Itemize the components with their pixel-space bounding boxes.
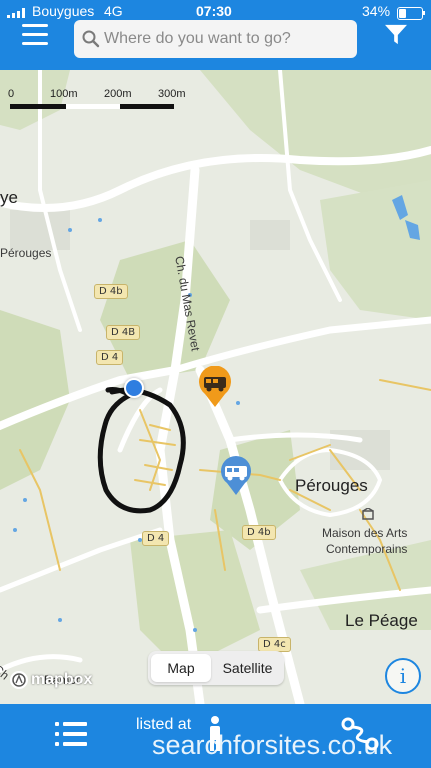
road-badge-d4c: D 4c (258, 637, 291, 652)
route-icon[interactable] (340, 716, 380, 752)
place-label-partial: ye (0, 188, 18, 207)
mapbox-wordmark: mapbox (31, 671, 93, 689)
carrier-name: Bouygues (32, 3, 95, 19)
info-icon[interactable]: i (385, 658, 421, 694)
road-badge-d4b: D 4b (94, 284, 128, 299)
status-bar: Bouygues 4G 07:30 34% (0, 3, 431, 21)
scale-label-100: 100m (50, 88, 78, 100)
motorhome-pin-orange[interactable] (197, 366, 233, 408)
map-type-toggle: Map Satellite (148, 651, 284, 685)
battery-percent: 34% (362, 3, 391, 19)
network-type: 4G (104, 3, 123, 19)
hamburger-menu-icon[interactable] (22, 24, 48, 46)
map-option[interactable]: Map (151, 654, 211, 682)
list-icon[interactable] (55, 720, 87, 748)
filter-icon[interactable] (383, 24, 409, 46)
satellite-option[interactable]: Satellite (214, 654, 281, 682)
top-bar: Bouygues 4G 07:30 34% (0, 0, 431, 70)
town-label-perouges: Pérouges (295, 476, 368, 495)
search-icon (82, 30, 100, 48)
mapbox-logo-icon (10, 671, 28, 689)
map-view[interactable]: 0 100m 200m 300m ye Pérouges Ch. du Mas … (0, 70, 431, 704)
museum-icon (362, 508, 374, 520)
scale-label-300: 300m (158, 88, 186, 100)
battery-tip (423, 11, 425, 15)
road-badge-d4b-east: D 4b (242, 525, 276, 540)
scale-label-0: 0 (8, 88, 15, 100)
motorhome-pin-blue[interactable] (219, 456, 253, 496)
road-badge-d4-south: D 4 (142, 531, 170, 546)
town-label-le-peage: Le Péage (345, 611, 418, 630)
place-label-perouges-left: Pérouges (0, 246, 52, 260)
scale-segment (66, 104, 120, 109)
poi-label-line2: Contemporains (326, 542, 408, 556)
battery-icon (397, 7, 423, 20)
mapbox-attribution[interactable]: mapbox (10, 671, 92, 689)
search-input[interactable] (104, 20, 349, 58)
scale-label-200: 200m (104, 88, 132, 100)
clock: 07:30 (196, 3, 232, 19)
search-box[interactable] (74, 20, 357, 58)
road-badge-d4: D 4 (96, 350, 124, 365)
bottom-bar: listed at searchforsites.co.uk (0, 704, 431, 768)
current-location-dot[interactable] (124, 378, 144, 398)
road-badge-d4B: D 4B (106, 325, 141, 340)
poi-label-line1: Maison des Arts (322, 526, 408, 540)
signal-strength-icon (7, 8, 29, 18)
